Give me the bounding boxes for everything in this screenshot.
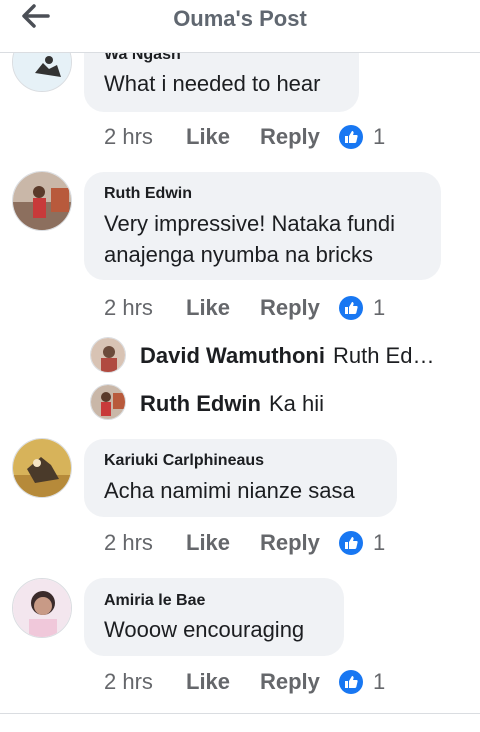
- like-button[interactable]: Like: [186, 530, 230, 556]
- reply-button[interactable]: Reply: [260, 295, 320, 321]
- reply-item[interactable]: David Wamuthoni Ruth Ed…: [140, 343, 434, 369]
- thumbs-up-icon: [339, 670, 363, 694]
- avatar[interactable]: [12, 171, 72, 231]
- comment-author[interactable]: Ruth Edwin: [104, 185, 192, 203]
- comment-text: Wooow encouraging: [104, 617, 305, 642]
- reply-author[interactable]: David Wamuthoni: [140, 343, 325, 368]
- header-bar: Ouma's Post: [0, 0, 480, 53]
- reply-button[interactable]: Reply: [260, 124, 320, 150]
- like-button[interactable]: Like: [186, 669, 230, 695]
- reaction-count[interactable]: 1: [373, 530, 385, 556]
- comment-time: 2 hrs: [104, 530, 153, 555]
- thumbs-up-icon: [339, 296, 363, 320]
- divider: [0, 713, 480, 714]
- thumbs-up-icon: [339, 125, 363, 149]
- like-button[interactable]: Like: [186, 295, 230, 321]
- avatar[interactable]: [90, 337, 126, 373]
- comment-text-line: Very impressive! Nataka fundi: [104, 211, 396, 236]
- comment-author[interactable]: Amiria le Bae: [104, 592, 205, 610]
- comment-time: 2 hrs: [104, 295, 153, 320]
- comment-author[interactable]: Kariuki Carlphineaus: [104, 452, 264, 470]
- reaction-count[interactable]: 1: [373, 295, 385, 321]
- like-button[interactable]: Like: [186, 124, 230, 150]
- reply-button[interactable]: Reply: [260, 669, 320, 695]
- avatar[interactable]: [90, 384, 126, 420]
- comment-time: 2 hrs: [104, 124, 153, 149]
- comment-text: Acha namimi nianze sasa: [104, 478, 355, 503]
- comment-time: 2 hrs: [104, 669, 153, 694]
- reply-button[interactable]: Reply: [260, 530, 320, 556]
- thumbs-up-icon: [339, 531, 363, 555]
- reply-text: Ka hii: [268, 391, 325, 416]
- avatar[interactable]: [12, 438, 72, 498]
- reply-text: Ruth Ed…: [332, 343, 435, 368]
- reply-item[interactable]: Ruth Edwin Ka hii: [140, 391, 324, 417]
- comment-text-line: anajenga nyumba na bricks: [104, 242, 374, 267]
- avatar[interactable]: [12, 578, 72, 638]
- reaction-count[interactable]: 1: [373, 124, 385, 150]
- page-title: Ouma's Post: [173, 6, 307, 31]
- reaction-count[interactable]: 1: [373, 669, 385, 695]
- reply-author[interactable]: Ruth Edwin: [140, 391, 261, 416]
- comment-text: What i needed to hear: [104, 71, 321, 96]
